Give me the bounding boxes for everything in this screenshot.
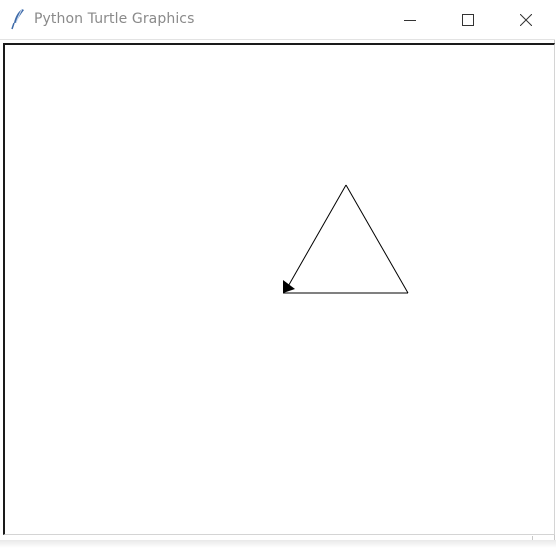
window-title: Python Turtle Graphics — [34, 11, 195, 27]
title-bar[interactable]: Python Turtle Graphics — [0, 0, 555, 40]
drawing-surface — [283, 184, 409, 294]
triangle-drawing — [283, 184, 409, 294]
maximize-icon — [462, 11, 474, 30]
minimize-icon — [404, 11, 416, 30]
triangle-side-right — [345, 184, 409, 294]
close-icon — [519, 11, 533, 30]
turtle-canvas[interactable] — [3, 43, 555, 535]
window-shadow — [0, 540, 556, 548]
feather-icon — [9, 8, 27, 30]
turtle-window: Python Turtle Graphics — [0, 0, 555, 545]
triangle-side-left — [285, 184, 347, 291]
turtle-cursor-icon — [283, 280, 295, 293]
maximize-button[interactable] — [439, 0, 497, 40]
minimize-button[interactable] — [381, 0, 439, 40]
close-button[interactable] — [497, 0, 555, 40]
